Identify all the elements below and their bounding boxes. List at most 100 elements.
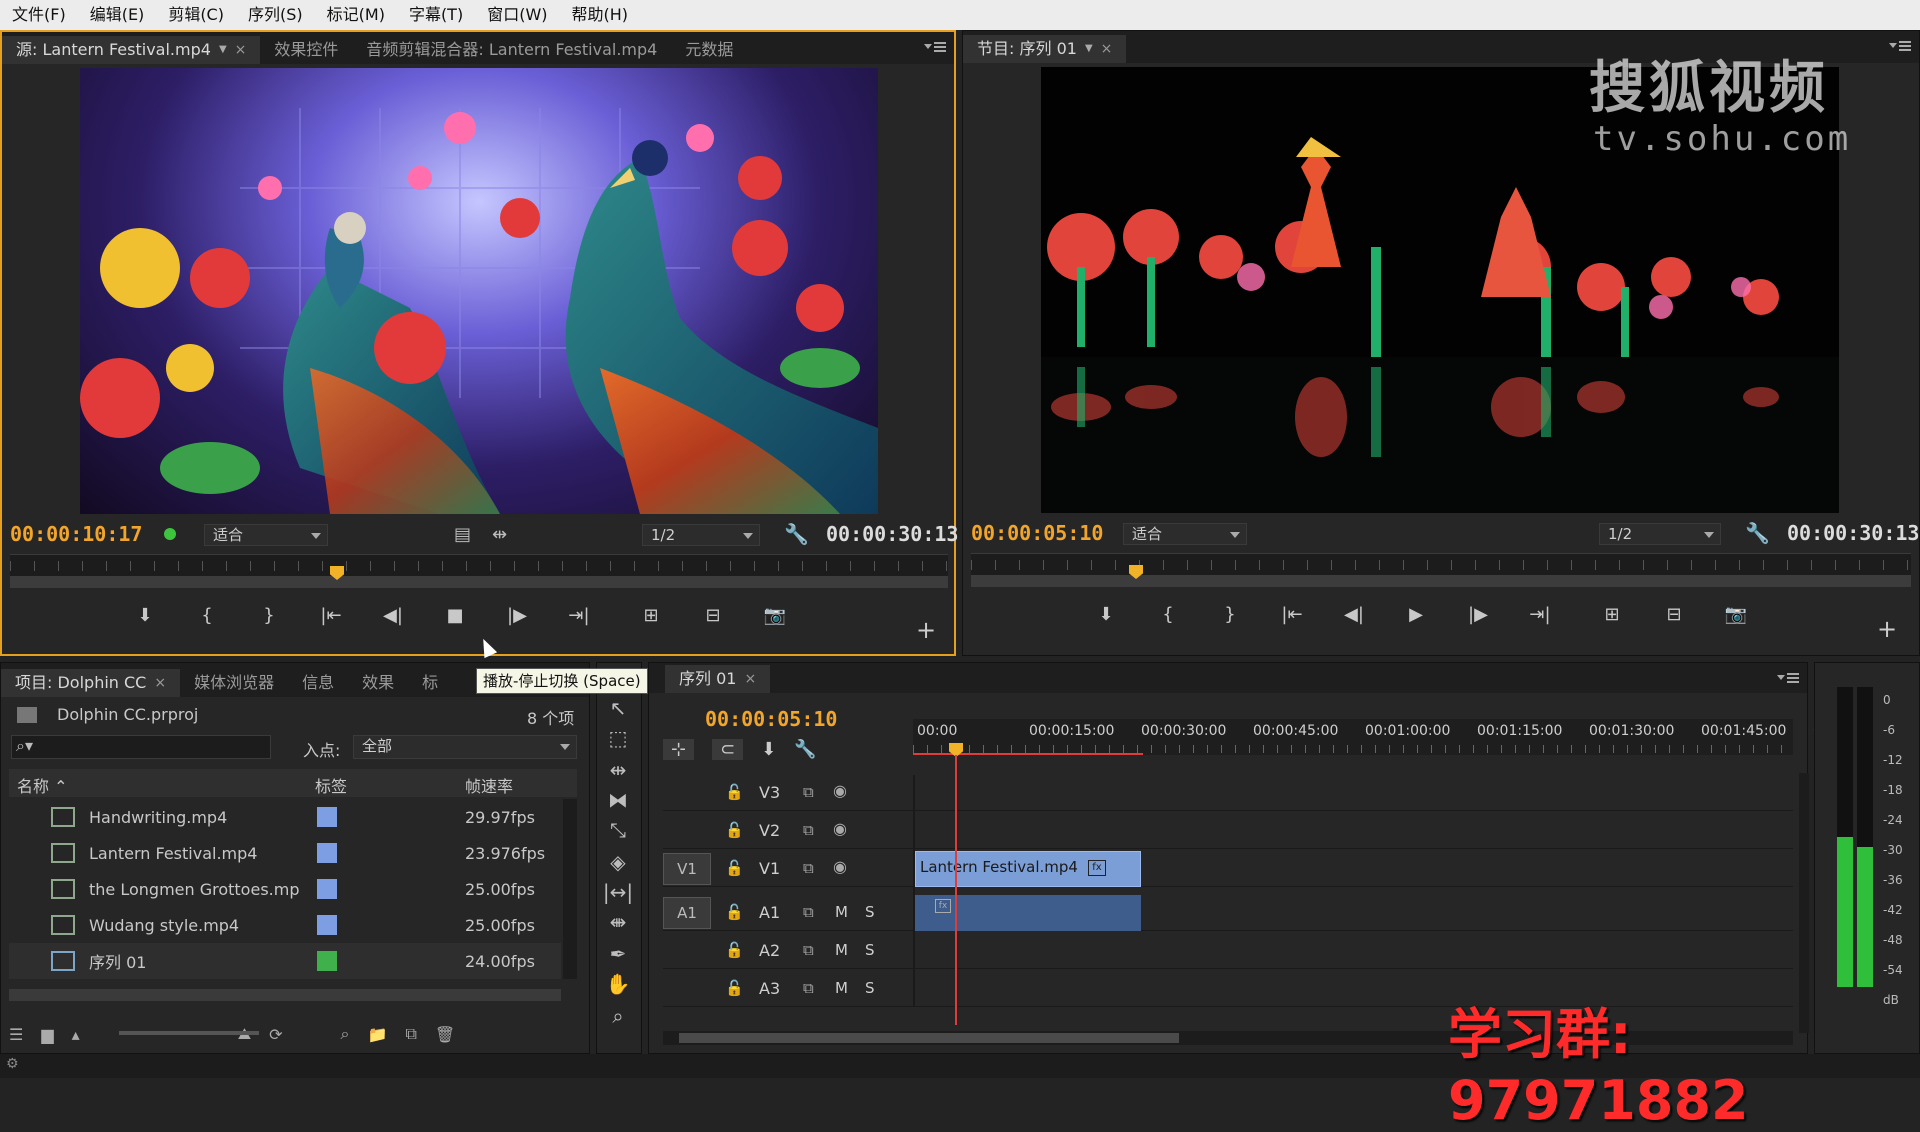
menu-item[interactable]: 剪辑(C)	[156, 0, 236, 30]
go-to-out-button[interactable]: ⇥|	[558, 599, 600, 631]
column-label[interactable]: 标签	[315, 773, 347, 797]
export-frame-camera-icon[interactable]: 📷	[1715, 598, 1757, 630]
stop-button[interactable]: ■	[434, 599, 476, 631]
zoom-tool-icon[interactable]: ⌕	[601, 1001, 635, 1031]
mark-out-button[interactable]: }	[248, 599, 290, 631]
timeline-timecode[interactable]: 00:00:05:10	[705, 707, 837, 731]
snap-icon[interactable]: ⊹	[663, 738, 695, 760]
tab-audio-clip-mixer[interactable]: 音频剪辑混合器: Lantern Festival.mp4	[352, 36, 671, 64]
audio-clip[interactable]: fx	[915, 895, 1141, 931]
column-name[interactable]: 名称 ⌃	[17, 773, 68, 797]
timeline-ruler[interactable]: 00:00 00:00:15:00 00:00:30:00 00:00:45:00 00…	[913, 719, 1836, 755]
wrench-icon[interactable]: 🔧	[784, 522, 809, 546]
track-v2[interactable]: 🔓 V2 ⧉ ◉	[663, 813, 1793, 849]
new-item-icon[interactable]: ⧉	[405, 1024, 416, 1044]
rate-stretch-tool-icon[interactable]: ⤡	[601, 815, 635, 845]
eye-icon[interactable]: ◉	[833, 857, 847, 876]
solo-button[interactable]: S	[865, 903, 875, 921]
label-color-swatch[interactable]	[317, 807, 337, 827]
vertical-scrollbar[interactable]	[563, 799, 577, 979]
mark-in-button[interactable]: {	[186, 599, 228, 631]
menu-item[interactable]: 编辑(E)	[78, 0, 157, 30]
ripple-edit-tool-icon[interactable]: ⇹	[601, 755, 635, 785]
automate-sequence-icon[interactable]: ⟳	[269, 1025, 282, 1044]
track-a1[interactable]: A1 🔓 A1 ⧉ M S	[663, 895, 1793, 931]
track-label[interactable]: A2	[759, 941, 780, 960]
label-color-swatch[interactable]	[317, 879, 337, 899]
video-clip[interactable]: Lantern Festival.mp4 fx	[915, 851, 1141, 887]
source-time-ruler[interactable]	[10, 554, 948, 588]
new-bin-folder-icon[interactable]: 📁	[368, 1025, 388, 1044]
program-time-ruler[interactable]	[971, 553, 1911, 587]
tab-effect-controls[interactable]: 效果控件	[260, 36, 352, 64]
close-icon[interactable]: ×	[1101, 35, 1113, 63]
list-item[interactable]: Lantern Festival.mp4 23.976fps	[9, 835, 561, 871]
track-v1[interactable]: V1 🔓 V1 ⧉ ◉	[663, 851, 1793, 887]
track-select-tool-icon[interactable]: ⬚	[601, 723, 635, 753]
play-button[interactable]: ▶	[1395, 598, 1437, 630]
overwrite-button[interactable]: ⊟	[692, 599, 734, 631]
track-label[interactable]: A1	[759, 903, 780, 922]
search-input[interactable]: ⌕▾	[11, 735, 271, 759]
tab-metadata[interactable]: 元数据	[671, 36, 747, 64]
source-current-timecode[interactable]: 00:00:10:17	[10, 522, 142, 546]
lock-icon[interactable]: 🔓	[725, 859, 744, 877]
program-resolution-dropdown[interactable]: 1/2	[1599, 523, 1721, 545]
program-fit-dropdown[interactable]: 适合	[1123, 523, 1247, 545]
add-marker-icon[interactable]: ⬇	[761, 739, 776, 760]
linked-selection-icon[interactable]: ⊂	[712, 738, 744, 760]
selection-tool-icon[interactable]: ↖	[601, 693, 635, 723]
label-color-swatch[interactable]	[317, 951, 337, 971]
source-patch-button[interactable]: A1	[663, 897, 711, 929]
list-item[interactable]: the Longmen Grottoes.mp 25.00fps	[9, 871, 561, 907]
close-icon[interactable]: ×	[744, 665, 756, 693]
settings-export-frame-icon[interactable]: ▤	[454, 524, 471, 545]
step-forward-button[interactable]: |▶	[1457, 598, 1499, 630]
menu-item[interactable]: 窗口(W)	[475, 0, 559, 30]
toggle-sync-icon[interactable]: ⧉	[803, 979, 814, 997]
pen-tool-icon[interactable]: ✒	[601, 939, 635, 969]
tab-sequence[interactable]: 序列 01 ×	[665, 665, 771, 693]
toggle-sync-icon[interactable]: ⧉	[803, 903, 814, 921]
lock-icon[interactable]: 🔓	[725, 979, 744, 997]
lock-icon[interactable]: 🔓	[725, 903, 744, 921]
menu-item[interactable]: 序列(S)	[236, 0, 315, 30]
menu-item[interactable]: 标记(M)	[315, 0, 397, 30]
tab-markers[interactable]: 标	[408, 669, 452, 697]
menu-item[interactable]: 文件(F)	[0, 0, 78, 30]
lift-button[interactable]: ⊞	[1591, 598, 1633, 630]
list-item[interactable]: 序列 01 24.00fps	[9, 943, 561, 979]
add-marker-button[interactable]: ⬇	[1085, 598, 1127, 630]
source-fit-dropdown[interactable]: 适合	[204, 524, 328, 546]
menu-item[interactable]: 帮助(H)	[560, 0, 641, 30]
razor-tool-icon[interactable]: ◈	[601, 847, 635, 877]
work-area-bar[interactable]	[913, 753, 1143, 755]
source-resolution-dropdown[interactable]: 1/2	[642, 524, 760, 546]
add-button-plus-icon[interactable]: +	[916, 616, 936, 644]
track-a2[interactable]: 🔓 A2 ⧉ M S	[663, 933, 1793, 969]
slip-tool-icon[interactable]: |↔|	[601, 877, 635, 907]
tab-program[interactable]: 节目: 序列 01 ▼ ×	[963, 35, 1127, 63]
toggle-sync-icon[interactable]: ⧉	[803, 941, 814, 959]
source-patch-button[interactable]: V1	[663, 853, 711, 885]
go-to-in-button[interactable]: |⇤	[310, 599, 352, 631]
tab-effects[interactable]: 效果	[348, 669, 408, 697]
close-icon[interactable]: ×	[154, 669, 166, 697]
timeline-settings-wrench-icon[interactable]: 🔧	[794, 739, 816, 760]
column-frame-rate[interactable]: 帧速率	[465, 773, 513, 797]
fx-badge[interactable]: fx	[1088, 860, 1106, 876]
mark-in-button[interactable]: {	[1147, 598, 1189, 630]
menu-item[interactable]: 字幕(T)	[397, 0, 475, 30]
toggle-sync-icon[interactable]: ⧉	[803, 859, 814, 877]
label-color-swatch[interactable]	[317, 915, 337, 935]
eye-icon[interactable]: ◉	[833, 781, 847, 800]
panel-menu-icon[interactable]	[1889, 37, 1911, 55]
zoom-small-icon[interactable]: ▴	[72, 1025, 80, 1044]
go-to-out-button[interactable]: ⇥|	[1519, 598, 1561, 630]
lock-icon[interactable]: 🔓	[725, 821, 744, 839]
step-back-button[interactable]: ◀|	[1333, 598, 1375, 630]
label-color-swatch[interactable]	[317, 843, 337, 863]
hand-tool-icon[interactable]: ✋	[601, 969, 635, 999]
close-icon[interactable]: ×	[235, 36, 247, 64]
track-v3[interactable]: 🔓 V3 ⧉ ◉	[663, 775, 1793, 811]
